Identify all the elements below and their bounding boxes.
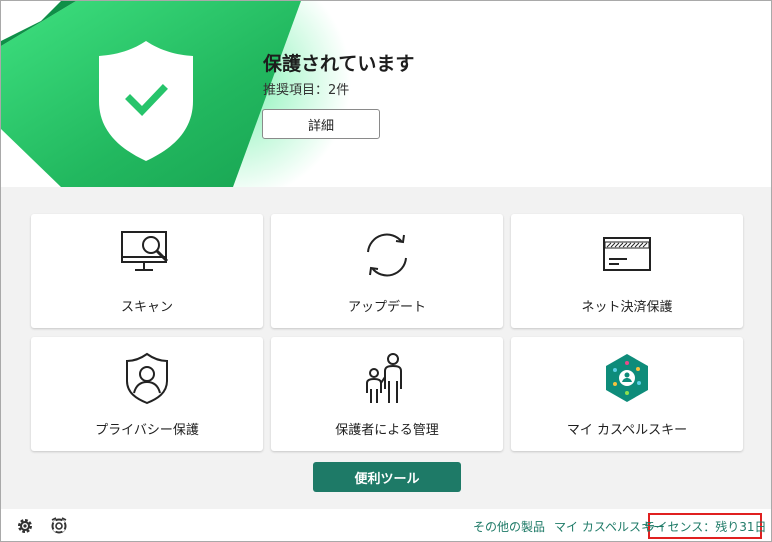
gear-icon[interactable] — [16, 517, 34, 535]
tile-scan[interactable]: スキャン — [31, 214, 263, 328]
credit-card-icon — [603, 237, 651, 271]
my-kaspersky-icon — [606, 354, 648, 402]
tile-scan-label: スキャン — [120, 300, 173, 315]
tile-my-kaspersky[interactable]: マイ カスペルスキー — [511, 337, 743, 451]
other-products-link[interactable]: その他の製品 — [473, 518, 545, 535]
support-icon[interactable] — [50, 517, 68, 535]
recommendations-count: 推奨項目：2件 — [263, 83, 350, 98]
license-link[interactable]: ライセンス：残り31日 — [643, 513, 767, 539]
tile-my-kaspersky-label: マイ カスペルスキー — [566, 423, 688, 438]
update-arrows-icon — [367, 233, 407, 277]
tile-parental-control-label: 保護者による管理 — [335, 423, 439, 438]
tile-safe-money[interactable]: ネット決済保護 — [511, 214, 743, 328]
status-hero: 保護されています 推奨項目：2件 詳細 — [1, 1, 771, 187]
details-button[interactable]: 詳細 — [262, 109, 380, 139]
app-window: 保護されています 推奨項目：2件 詳細 スキャン アップデート ネット決済保護 … — [0, 0, 772, 542]
tile-parental-control[interactable]: 保護者による管理 — [271, 337, 503, 451]
status-title: 保護されています — [263, 53, 415, 75]
privacy-shield-icon — [126, 352, 168, 405]
tile-safe-money-label: ネット決済保護 — [581, 300, 673, 315]
parent-child-icon — [366, 353, 402, 403]
tile-privacy-label: プライバシー保護 — [95, 423, 199, 438]
tile-update[interactable]: アップデート — [271, 214, 503, 328]
footer-bar: その他の製品 マイ カスペルスキー ライセンス：残り31日 — [1, 509, 771, 541]
tile-update-label: アップデート — [347, 300, 426, 315]
feature-area: スキャン アップデート ネット決済保護 プライバシー保護 保護者による管理 マイ… — [1, 187, 771, 509]
scan-monitor-icon — [121, 231, 169, 271]
tools-button[interactable]: 便利ツール — [313, 462, 461, 492]
tile-privacy[interactable]: プライバシー保護 — [31, 337, 263, 451]
shield-check-icon — [99, 41, 193, 161]
